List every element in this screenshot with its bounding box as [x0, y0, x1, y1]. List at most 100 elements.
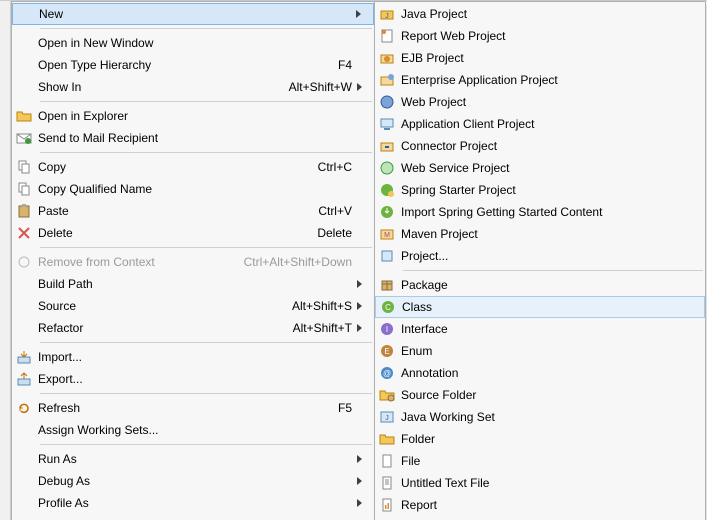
menu-item-show-in[interactable]: Show InAlt+Shift+W: [12, 76, 374, 98]
menu-item-label: Interface: [399, 322, 687, 336]
menu-item-label: Paste: [36, 204, 308, 218]
enum-icon: E: [375, 343, 399, 359]
menu-item-copy[interactable]: CopyCtrl+C: [12, 156, 374, 178]
submenu-arrow-icon: [355, 9, 367, 19]
menu-item-label: Send to Mail Recipient: [36, 131, 356, 145]
remove-context-icon: [12, 254, 36, 270]
menu-item-open-type-hierarchy[interactable]: Open Type HierarchyF4: [12, 54, 374, 76]
menu-item-web-service-project[interactable]: Web Service Project: [375, 157, 705, 179]
web-icon: [375, 94, 399, 110]
delete-icon: [12, 225, 36, 241]
refresh-icon: [12, 400, 36, 416]
report2-icon: [375, 497, 399, 513]
svg-text:E: E: [384, 347, 389, 356]
submenu-arrow-icon: [356, 279, 368, 289]
menu-item-debug-as[interactable]: Debug As: [12, 470, 374, 492]
menu-item-maven-project[interactable]: MMaven Project: [375, 223, 705, 245]
menu-item-java-project[interactable]: JJava Project: [375, 3, 705, 25]
editor-gutter: [0, 1, 11, 520]
menu-item-shortcut: F4: [328, 58, 356, 72]
menu-item-new[interactable]: New: [12, 3, 374, 25]
menu-item-refactor[interactable]: RefactorAlt+Shift+T: [12, 317, 374, 339]
submenu-arrow-icon: [356, 301, 368, 311]
menu-item-export[interactable]: Export...: [12, 368, 374, 390]
menu-separator: [40, 444, 372, 445]
menu-item-label: Connector Project: [399, 139, 687, 153]
menu-item-shortcut: Alt+Shift+W: [279, 80, 356, 94]
java-ws-icon: J: [375, 409, 399, 425]
blank-icon: [12, 320, 36, 336]
svg-text:J: J: [385, 13, 389, 20]
copy-q-icon: [12, 181, 36, 197]
submenu-arrow-icon: [356, 498, 368, 508]
menu-item-class[interactable]: CClass: [375, 296, 705, 318]
project-icon: [375, 248, 399, 264]
submenu-arrow-icon: [356, 454, 368, 464]
web-service-icon: [375, 160, 399, 176]
menu-item-shortcut: Ctrl+C: [308, 160, 356, 174]
paste-icon: [12, 203, 36, 219]
menu-item-label: Refresh: [36, 401, 328, 415]
menu-item-delete[interactable]: DeleteDelete: [12, 222, 374, 244]
report-icon: [375, 28, 399, 44]
menu-item-label: Copy: [36, 160, 308, 174]
menu-separator: [40, 342, 372, 343]
menu-item-shortcut: Alt+Shift+T: [283, 321, 356, 335]
menu-item-label: Enterprise Application Project: [399, 73, 687, 87]
menu-item-web-project[interactable]: Web Project: [375, 91, 705, 113]
menu-item-label: File: [399, 454, 687, 468]
menu-item-source[interactable]: SourceAlt+Shift+S: [12, 295, 374, 317]
blank-icon: [12, 57, 36, 73]
menu-item-interface[interactable]: IInterface: [375, 318, 705, 340]
menu-item-copy-qualified[interactable]: Copy Qualified Name: [12, 178, 374, 200]
menu-item-run-as[interactable]: Run As: [12, 448, 374, 470]
menu-item-label: Source: [36, 299, 282, 313]
menu-item-enterprise-app-project[interactable]: Enterprise Application Project: [375, 69, 705, 91]
menu-item-label: Web Project: [399, 95, 687, 109]
menu-item-assign-ws[interactable]: Assign Working Sets...: [12, 419, 374, 441]
export-icon: [12, 371, 36, 387]
menu-item-shortcut: Delete: [307, 226, 356, 240]
menu-item-label: Open in New Window: [36, 36, 356, 50]
menu-item-annotation[interactable]: @Annotation: [375, 362, 705, 384]
menu-separator: [40, 101, 372, 102]
menu-item-spring-import[interactable]: Import Spring Getting Started Content: [375, 201, 705, 223]
menu-item-folder[interactable]: Folder: [375, 428, 705, 450]
menu-item-open-new-window[interactable]: Open in New Window: [12, 32, 374, 54]
menu-item-app-client-project[interactable]: Application Client Project: [375, 113, 705, 135]
menu-item-connector-project[interactable]: Connector Project: [375, 135, 705, 157]
menu-item-source-folder[interactable]: Source Folder: [375, 384, 705, 406]
menu-item-build-path[interactable]: Build Path: [12, 273, 374, 295]
menu-item-shortcut: Ctrl+V: [308, 204, 356, 218]
blank-icon: [12, 451, 36, 467]
menu-item-label: Class: [400, 300, 686, 314]
blank-icon: [12, 422, 36, 438]
menu-item-package[interactable]: Package: [375, 274, 705, 296]
menu-item-file[interactable]: File: [375, 450, 705, 472]
menu-item-project[interactable]: Project...: [375, 245, 705, 267]
context-menu-root: New Open in New Window Open Type Hierarchy…: [0, 0, 707, 520]
menu-separator: [403, 270, 703, 271]
menu-item-refresh[interactable]: RefreshF5: [12, 397, 374, 419]
blank-icon: [12, 79, 36, 95]
menu-item-label: Enum: [399, 344, 687, 358]
menu-item-untitled-text[interactable]: Untitled Text File: [375, 472, 705, 494]
menu-item-enum[interactable]: E Enum: [375, 340, 705, 362]
menu-item-profile-as[interactable]: Profile As: [12, 492, 374, 514]
menu-item-report[interactable]: Report: [375, 494, 705, 516]
menu-item-report-web-project[interactable]: Report Web Project: [375, 25, 705, 47]
menu-item-paste[interactable]: PasteCtrl+V: [12, 200, 374, 222]
menu-item-java-ws[interactable]: JJava Working Set: [375, 406, 705, 428]
menu-item-label: Copy Qualified Name: [36, 182, 356, 196]
menu-item-import[interactable]: Import...: [12, 346, 374, 368]
interface-icon: I: [375, 321, 399, 337]
submenu-arrow-icon: [356, 476, 368, 486]
menu-item-label: Maven Project: [399, 227, 687, 241]
menu-item-open-in-explorer[interactable]: Open in Explorer: [12, 105, 374, 127]
ejb-icon: [375, 50, 399, 66]
menu-item-label: Import Spring Getting Started Content: [399, 205, 687, 219]
submenu-arrow-icon: [356, 323, 368, 333]
menu-item-send-to-mail[interactable]: Send to Mail Recipient: [12, 127, 374, 149]
menu-item-spring-starter[interactable]: Spring Starter Project: [375, 179, 705, 201]
menu-item-ejb-project[interactable]: EJB Project: [375, 47, 705, 69]
